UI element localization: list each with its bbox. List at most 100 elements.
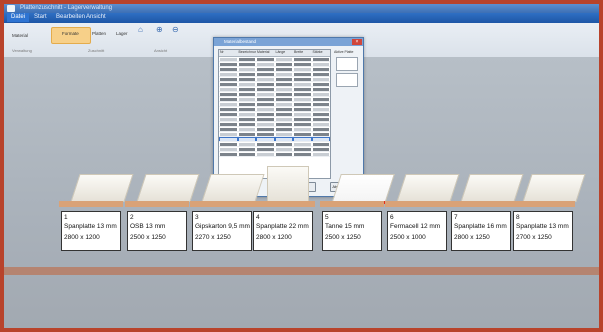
zoom-in-icon[interactable]: ⊕ [156, 25, 163, 34]
table-cell [275, 107, 292, 111]
table-cell [257, 62, 274, 66]
panel-label-card[interactable]: 5 Tanne 15 mm 2500 x 1250 [322, 211, 382, 251]
table-cell [275, 102, 292, 106]
close-icon[interactable]: × [352, 39, 362, 45]
panel-name: Fermacell 12 mm [390, 223, 441, 230]
table-cell [238, 122, 255, 126]
panel-stack[interactable] [331, 174, 395, 204]
tab-file[interactable]: Datei [7, 13, 29, 22]
panel-stack[interactable] [522, 174, 586, 202]
table-cell [294, 92, 311, 96]
panel-label-card[interactable]: 7 Spanplatte 16 mm 2800 x 1250 [451, 211, 511, 251]
panel-stack[interactable] [267, 166, 309, 202]
panel-name: OSB 13 mm [130, 223, 166, 230]
table-cell [294, 102, 311, 106]
column-header[interactable]: Stärke [312, 50, 331, 56]
table-cell [312, 72, 329, 76]
table-cell [294, 77, 311, 81]
panel-name: Tanne 15 mm [325, 223, 365, 230]
panel-label-card[interactable]: 6 Fermacell 12 mm 2500 x 1000 [387, 211, 447, 251]
panel-num: 8 [516, 214, 520, 221]
table-cell [257, 97, 274, 101]
table-cell [312, 57, 329, 61]
panel-edge [190, 201, 254, 207]
app-icon [7, 5, 15, 12]
column-header[interactable]: Breite [293, 50, 312, 56]
title-bar: Plattenzuschnitt - Lagerverwaltung [4, 4, 599, 13]
table-cell [257, 142, 274, 146]
table-cell [312, 97, 329, 101]
panel-stack[interactable] [396, 174, 460, 202]
table-cell [238, 67, 255, 71]
ribbon-material-button[interactable]: Material [12, 33, 28, 38]
table-cell [312, 122, 329, 126]
panel-num: 4 [256, 214, 260, 221]
table-cell [238, 117, 255, 121]
table-cell [220, 62, 237, 66]
column-header[interactable]: Bezeichnung [238, 50, 257, 56]
table-cell [294, 132, 311, 136]
dialog-title-bar: Materialbestand × [214, 38, 363, 46]
table-cell [312, 127, 329, 131]
table-cell [238, 102, 255, 106]
home-icon[interactable]: ⌂ [138, 25, 143, 34]
table-cell [238, 82, 255, 86]
panel-name: Spanplatte 16 mm [454, 223, 507, 230]
table-cell [220, 72, 237, 76]
table-cell [220, 122, 237, 126]
table-cell [275, 97, 292, 101]
table-cell [312, 77, 329, 81]
ribbon-panels-button[interactable]: Platten [92, 31, 106, 36]
table-cell [312, 142, 329, 146]
table-header: Nr Bezeichnung Material Länge Breite Stä… [219, 50, 330, 57]
tab-view[interactable]: Ansicht [86, 14, 106, 20]
table-cell [275, 82, 292, 86]
panel-stack[interactable] [201, 174, 265, 202]
table-cell [220, 152, 237, 156]
table-cell [312, 102, 329, 106]
table-cell [238, 152, 255, 156]
table-cell [275, 62, 292, 66]
table-cell [294, 62, 311, 66]
tab-start[interactable]: Start [34, 14, 47, 20]
panel-stack[interactable] [70, 174, 134, 202]
panel-label-card[interactable]: 3 Gipskarton 9,5 mm 2270 x 1250 [192, 211, 252, 251]
panel-label-card[interactable]: 1 Spanplatte 13 mm 2800 x 1200 [61, 211, 121, 251]
table-cell [220, 117, 237, 121]
table-cell [238, 127, 255, 131]
table-cell [294, 112, 311, 116]
table-cell [312, 152, 329, 156]
table-cell [257, 92, 274, 96]
column-header[interactable]: Material [256, 50, 275, 56]
table-cell [312, 62, 329, 66]
panel-stack[interactable] [460, 174, 524, 202]
ribbon-stock-button[interactable]: Lager [116, 31, 128, 36]
table-cell [257, 137, 274, 141]
table-cell [294, 72, 311, 76]
panel-label-card[interactable]: 4 Spanplatte 22 mm 2800 x 1200 [253, 211, 313, 251]
ribbon-formats-button[interactable]: Formate [62, 31, 79, 36]
table-cell [220, 127, 237, 131]
tab-edit[interactable]: Bearbeiten [56, 14, 85, 20]
table-cell [257, 117, 274, 121]
panel-name: Spanplatte 13 mm [64, 223, 117, 230]
table-row[interactable] [219, 152, 330, 157]
panel-edge [251, 201, 315, 207]
table-cell [257, 122, 274, 126]
column-header[interactable]: Nr [219, 50, 238, 56]
group-label-manage: Verwaltung [12, 48, 32, 53]
panel-stack[interactable] [136, 174, 200, 202]
column-header[interactable]: Länge [275, 50, 294, 56]
table-cell [275, 77, 292, 81]
table-cell [294, 152, 311, 156]
panel-edge [59, 201, 123, 207]
zoom-out-icon[interactable]: ⊖ [172, 25, 179, 34]
table-cell [257, 152, 274, 156]
panel-dims: 2800 x 1200 [256, 234, 292, 241]
panel-label-card[interactable]: 2 OSB 13 mm 2500 x 1250 [127, 211, 187, 251]
panel-label-card[interactable]: 8 Spanplatte 13 mm 2700 x 1250 [513, 211, 573, 251]
table-cell [220, 102, 237, 106]
panel-dims: 2500 x 1250 [325, 234, 361, 241]
table-cell [312, 117, 329, 121]
panel-edge [449, 201, 513, 207]
